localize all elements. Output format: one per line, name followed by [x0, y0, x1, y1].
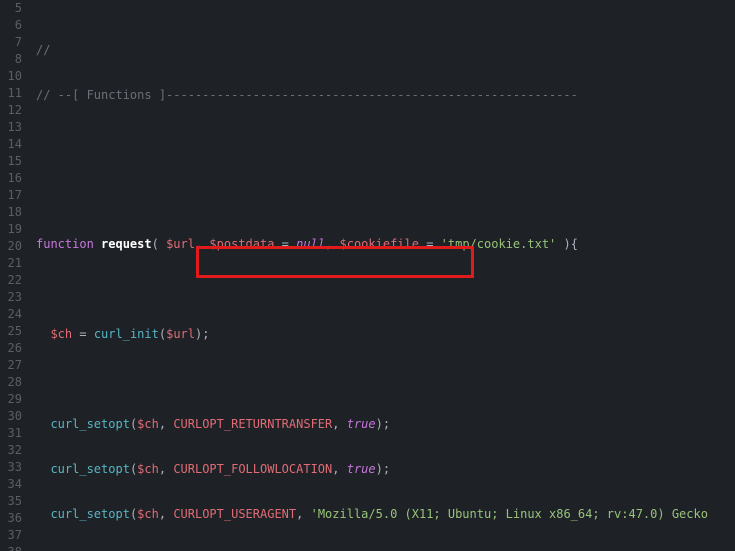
line-number: 14	[0, 136, 22, 153]
line-number: 25	[0, 323, 22, 340]
line-number: 21	[0, 255, 22, 272]
line-number: 12	[0, 102, 22, 119]
code-line	[36, 132, 735, 149]
code-line	[36, 177, 735, 194]
line-number: 19	[0, 221, 22, 238]
code-area[interactable]: // // --[ Functions ]-------------------…	[30, 0, 735, 551]
line-number: 18	[0, 204, 22, 221]
line-number: 30	[0, 408, 22, 425]
code-line	[36, 371, 735, 388]
line-number: 13	[0, 119, 22, 136]
line-number: 35	[0, 493, 22, 510]
line-number: 31	[0, 425, 22, 442]
line-number: 26	[0, 340, 22, 357]
code-editor[interactable]: 5678101112131415161718192021222324252627…	[0, 0, 735, 551]
line-number: 38	[0, 544, 22, 551]
line-number: 28	[0, 374, 22, 391]
line-number: 10	[0, 68, 22, 85]
line-number: 15	[0, 153, 22, 170]
line-number: 7	[0, 34, 22, 51]
line-number: 27	[0, 357, 22, 374]
line-number: 36	[0, 510, 22, 527]
code-line	[36, 281, 735, 298]
line-number-gutter: 5678101112131415161718192021222324252627…	[0, 0, 30, 551]
code-line: curl_setopt($ch, CURLOPT_FOLLOWLOCATION,…	[36, 461, 735, 478]
code-line: $ch = curl_init($url);	[36, 326, 735, 343]
line-number: 37	[0, 527, 22, 544]
code-line: curl_setopt($ch, CURLOPT_RETURNTRANSFER,…	[36, 416, 735, 433]
line-number: 24	[0, 306, 22, 323]
line-number: 5	[0, 0, 22, 17]
code-line: curl_setopt($ch, CURLOPT_USERAGENT, 'Moz…	[36, 506, 735, 523]
line-number: 33	[0, 459, 22, 476]
line-number: 17	[0, 187, 22, 204]
line-number: 20	[0, 238, 22, 255]
code-line: //	[36, 42, 735, 59]
code-line: function request( $url, $postdata = null…	[36, 236, 735, 253]
line-number: 6	[0, 17, 22, 34]
line-number: 23	[0, 289, 22, 306]
line-number: 29	[0, 391, 22, 408]
code-line: // --[ Functions ]----------------------…	[36, 87, 735, 104]
line-number: 22	[0, 272, 22, 289]
line-number: 11	[0, 85, 22, 102]
line-number: 8	[0, 51, 22, 68]
line-number: 32	[0, 442, 22, 459]
line-number: 16	[0, 170, 22, 187]
line-number: 34	[0, 476, 22, 493]
